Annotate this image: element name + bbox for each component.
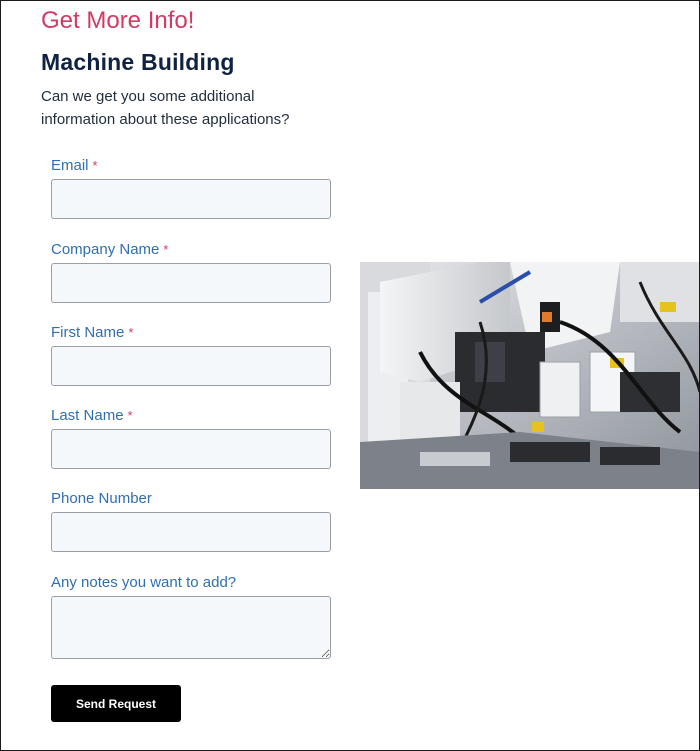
first-name-field-group: First Name * [51, 323, 331, 386]
phone-number-input[interactable] [51, 512, 331, 552]
last-name-label: Last Name * [51, 407, 133, 424]
send-request-button[interactable]: Send Request [51, 685, 181, 722]
last-name-input[interactable] [51, 429, 331, 469]
page-title: Machine Building [41, 49, 235, 75]
industrial-machine-photo [360, 262, 699, 489]
eyebrow-heading: Get More Info! [41, 7, 195, 34]
notes-textarea[interactable] [51, 596, 331, 659]
first-name-label: First Name * [51, 324, 134, 341]
company-name-field-group: Company Name * [51, 240, 331, 303]
notes-field-group: Any notes you want to add? [51, 573, 331, 659]
email-field-group: Email * [51, 156, 331, 219]
required-mark: * [92, 158, 98, 173]
email-label: Email * [51, 157, 98, 174]
required-mark: * [127, 408, 133, 423]
required-mark: * [163, 242, 169, 257]
email-input[interactable] [51, 179, 331, 219]
phone-number-field-group: Phone Number [51, 489, 331, 552]
required-mark: * [128, 325, 134, 340]
page-frame: Get More Info! Machine Building Can we g… [0, 0, 700, 751]
phone-number-label: Phone Number [51, 490, 152, 507]
last-name-field-group: Last Name * [51, 406, 331, 469]
intro-text: Can we get you some additional informati… [41, 88, 290, 128]
company-name-input[interactable] [51, 263, 331, 303]
machine-illustration [360, 262, 699, 489]
first-name-input[interactable] [51, 346, 331, 386]
notes-label: Any notes you want to add? [51, 574, 237, 591]
company-name-label: Company Name * [51, 241, 169, 258]
